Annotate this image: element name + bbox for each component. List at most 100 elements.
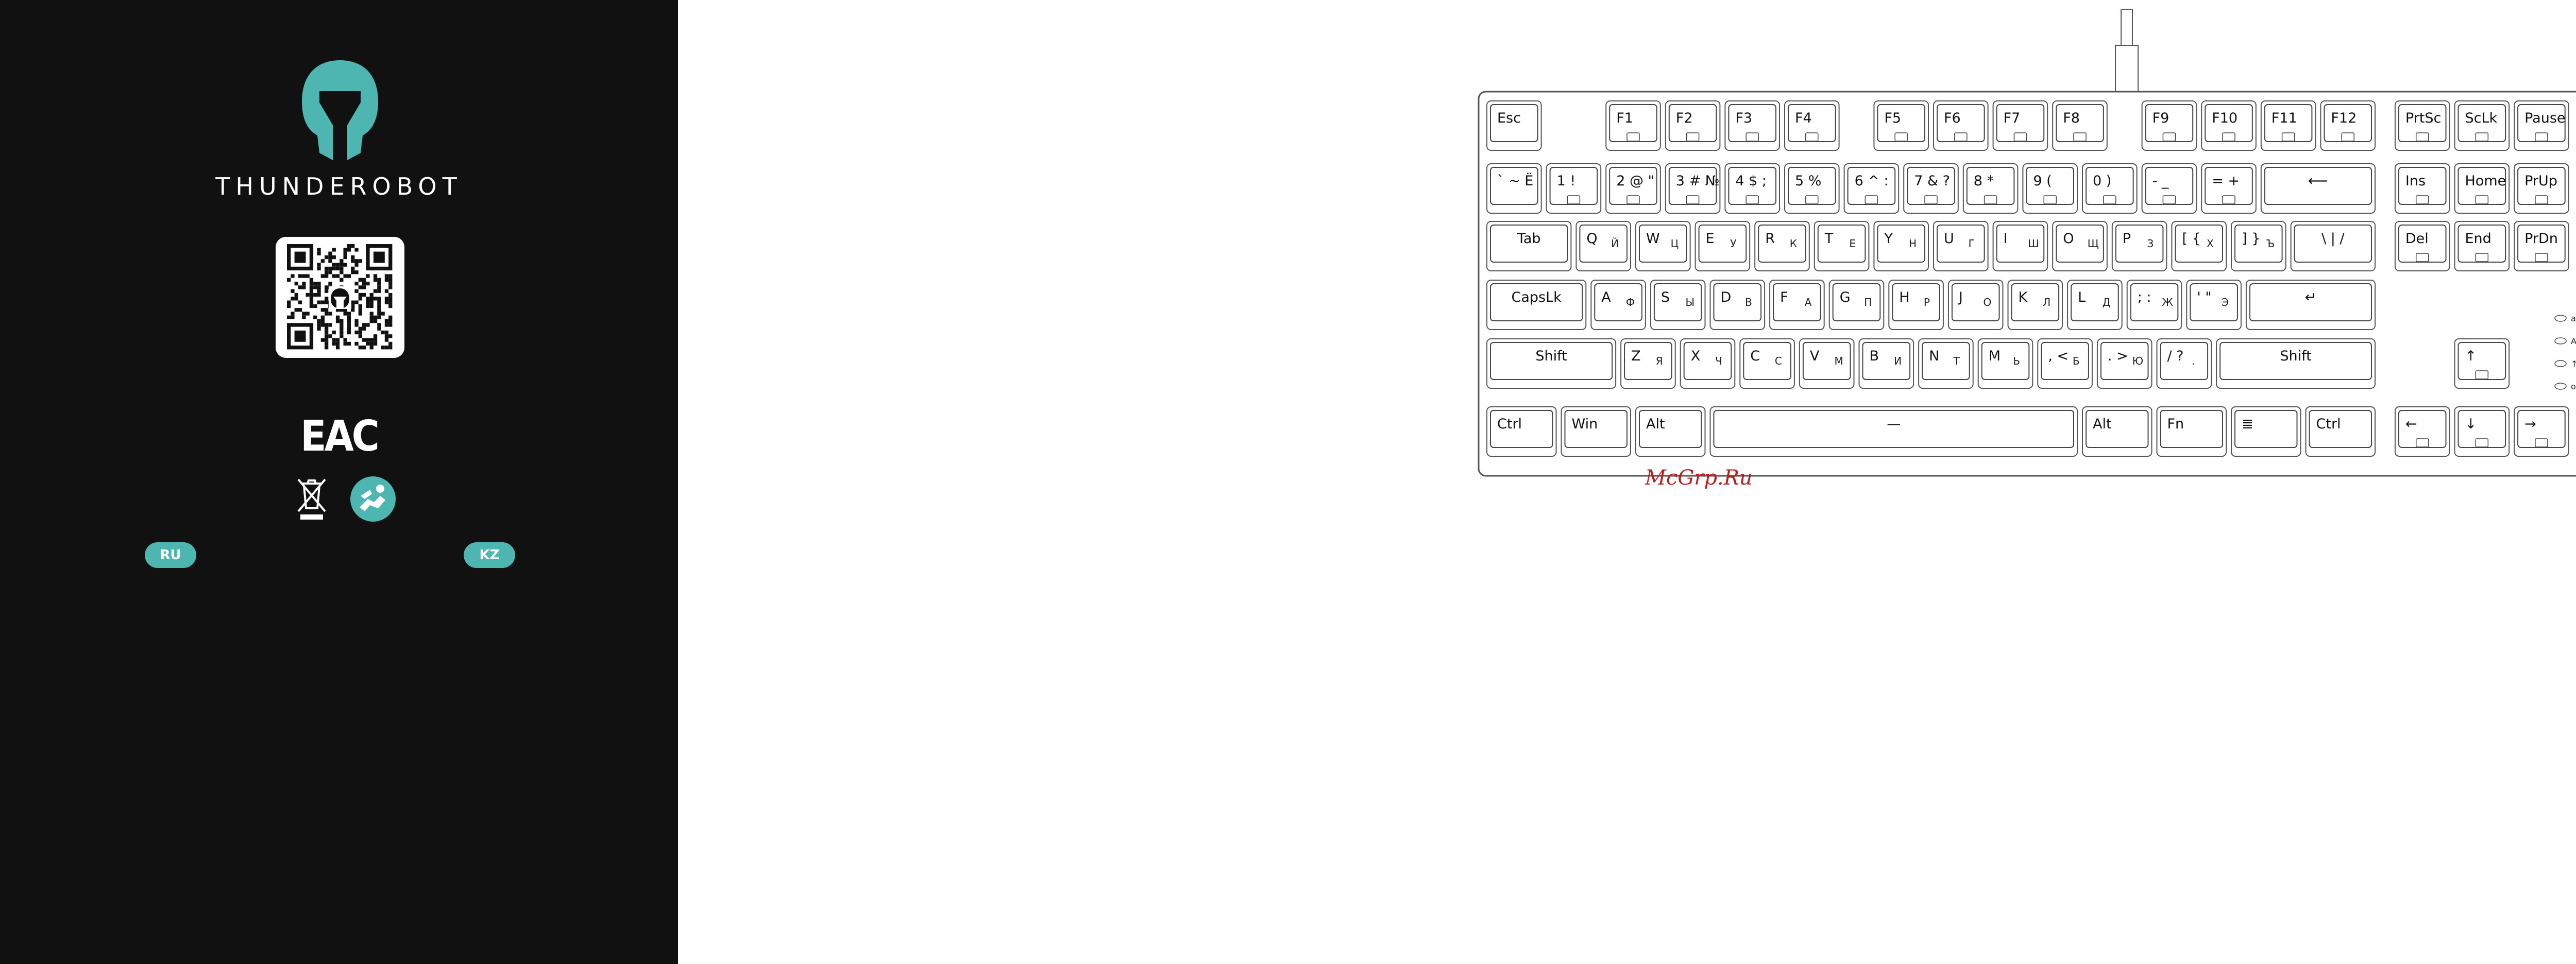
key-label: Ctrl — [2316, 416, 2341, 432]
qr-code-icon[interactable] — [276, 237, 404, 358]
key-f3: F3 — [1724, 100, 1780, 151]
key-sublabel: И — [1894, 355, 1902, 367]
key-media-glyph — [2475, 195, 2489, 204]
key-label: L — [2078, 289, 2086, 305]
key-f6: F6 — [1933, 100, 1989, 151]
key-label: F1 — [1616, 110, 1633, 126]
key-label: F10 — [2212, 110, 2238, 126]
key-label: K — [2019, 289, 2028, 305]
key-label: Alt — [2093, 416, 2112, 432]
key-label: 6 ^ : — [1855, 173, 1889, 189]
key-label: Ins — [2405, 173, 2426, 189]
indicator-label: A — [2571, 336, 2576, 346]
key-label: X — [1691, 348, 1701, 364]
key-label: PrtSc — [2405, 110, 2441, 126]
eac-mark: EAC — [300, 412, 380, 461]
key-media-glyph — [2341, 132, 2354, 142]
recycle-icon — [350, 476, 396, 522]
key-label: / ? — [2167, 348, 2184, 364]
key-media-glyph — [1686, 195, 1700, 204]
keyboard-diagram: Esc F1 F2 F3 F4 F5 F6 F7 F8 F9 F10 F11 F12 PrtSc ScLk P… — [1478, 9, 2576, 477]
key-media-glyph — [1865, 195, 1878, 204]
indicator-label: ↑ — [2571, 359, 2576, 369]
key-i: IШ — [1992, 221, 2048, 271]
key-end: End — [2454, 221, 2510, 271]
key-media-glyph — [1745, 132, 1759, 142]
key-media-glyph — [1805, 132, 1819, 142]
key-esc: Esc — [1486, 100, 1542, 151]
key-ctrl: Ctrl — [1486, 406, 1557, 457]
key-label: = + — [2212, 173, 2240, 189]
key-sublabel: Ь — [2013, 355, 2020, 367]
key-label: Tab — [1517, 231, 1541, 247]
key-del: Del — [2394, 221, 2450, 271]
key-label: F7 — [2004, 110, 2021, 126]
key-label: ; : — [2138, 289, 2151, 305]
key-r5k3: — — [1709, 406, 2078, 457]
key-label: 5 % — [1795, 173, 1821, 189]
key-f: FА — [1769, 280, 1825, 330]
key-sublabel: Й — [1611, 237, 1619, 250]
key-f2: F2 — [1665, 100, 1721, 151]
language-badge-kz[interactable]: KZ — [464, 542, 515, 568]
key-media-glyph — [2073, 132, 2087, 142]
key-3: 3 # № — [1665, 163, 1721, 214]
key-media-glyph — [2475, 253, 2489, 262]
key-sublabel: В — [1745, 296, 1752, 308]
key-label: 9 ( — [2033, 173, 2052, 189]
key-alt: Alt — [2082, 406, 2153, 457]
key-label: ` ~ Ё — [1497, 173, 1533, 189]
key-r1k13: ⟵ — [2260, 163, 2376, 214]
key-prup: PrUp — [2514, 163, 2569, 214]
key-label: W — [1646, 231, 1660, 247]
key-label: — — [1887, 416, 1901, 432]
key-r4k9: . > Ю — [2096, 338, 2153, 389]
key-4: 4 $ ; — [1724, 163, 1780, 214]
key-label: F4 — [1795, 110, 1812, 126]
key-o: OЩ — [2052, 221, 2108, 271]
key-sublabel: З — [2147, 237, 2154, 250]
key-r2k13: \ | / — [2290, 221, 2376, 271]
key-media-glyph — [1805, 195, 1819, 204]
key-label: 4 $ ; — [1735, 173, 1767, 189]
key-pause: Pause — [2514, 100, 2569, 151]
key-r4k10: / ?. — [2156, 338, 2212, 389]
key-tab: Tab — [1486, 221, 1572, 271]
key-media-glyph — [2103, 195, 2116, 204]
key-r3k12: ↵ — [2245, 280, 2376, 330]
key-label: P — [2123, 231, 2131, 247]
key-label: F — [1780, 289, 1788, 305]
key-label: Shift — [1535, 348, 1567, 364]
key-capslk: CapsLk — [1486, 280, 1587, 330]
language-badge-ru[interactable]: RU — [145, 542, 196, 568]
key-label: Esc — [1497, 110, 1521, 126]
key-label: M — [1989, 348, 2001, 364]
key-label: ⟵ — [2308, 173, 2328, 189]
key-a: AФ — [1590, 280, 1646, 330]
key-label: CapsLk — [1512, 289, 1562, 305]
key-5: 5 % — [1784, 163, 1840, 214]
key-f9: F9 — [2141, 100, 2197, 151]
key-label: O — [2063, 231, 2074, 247]
key-label: A — [1601, 289, 1611, 305]
indicator-led — [2554, 315, 2567, 322]
key-ctrl: Ctrl — [2305, 406, 2376, 457]
key-label: ← — [2405, 416, 2417, 432]
key-label: Alt — [1646, 416, 1665, 432]
key-label: C — [1750, 348, 1760, 364]
key-sublabel: Ю — [2132, 355, 2144, 367]
key-label: I — [2004, 231, 2008, 247]
key-9: 9 ( — [2022, 163, 2078, 214]
key-media-glyph — [1924, 195, 1938, 204]
key-media-glyph — [2475, 370, 2489, 380]
key-f11: F11 — [2260, 100, 2316, 151]
key-t: TЕ — [1814, 221, 1870, 271]
key-label: F6 — [1944, 110, 1961, 126]
key-media-glyph — [2222, 195, 2235, 204]
key-home: Home — [2454, 163, 2510, 214]
key-f12: F12 — [2320, 100, 2376, 151]
key-sublabel: С — [1775, 355, 1782, 367]
key-q: QЙ — [1575, 221, 1631, 271]
key-sublabel: Г — [1969, 237, 1975, 250]
key-sublabel: П — [1864, 296, 1872, 308]
